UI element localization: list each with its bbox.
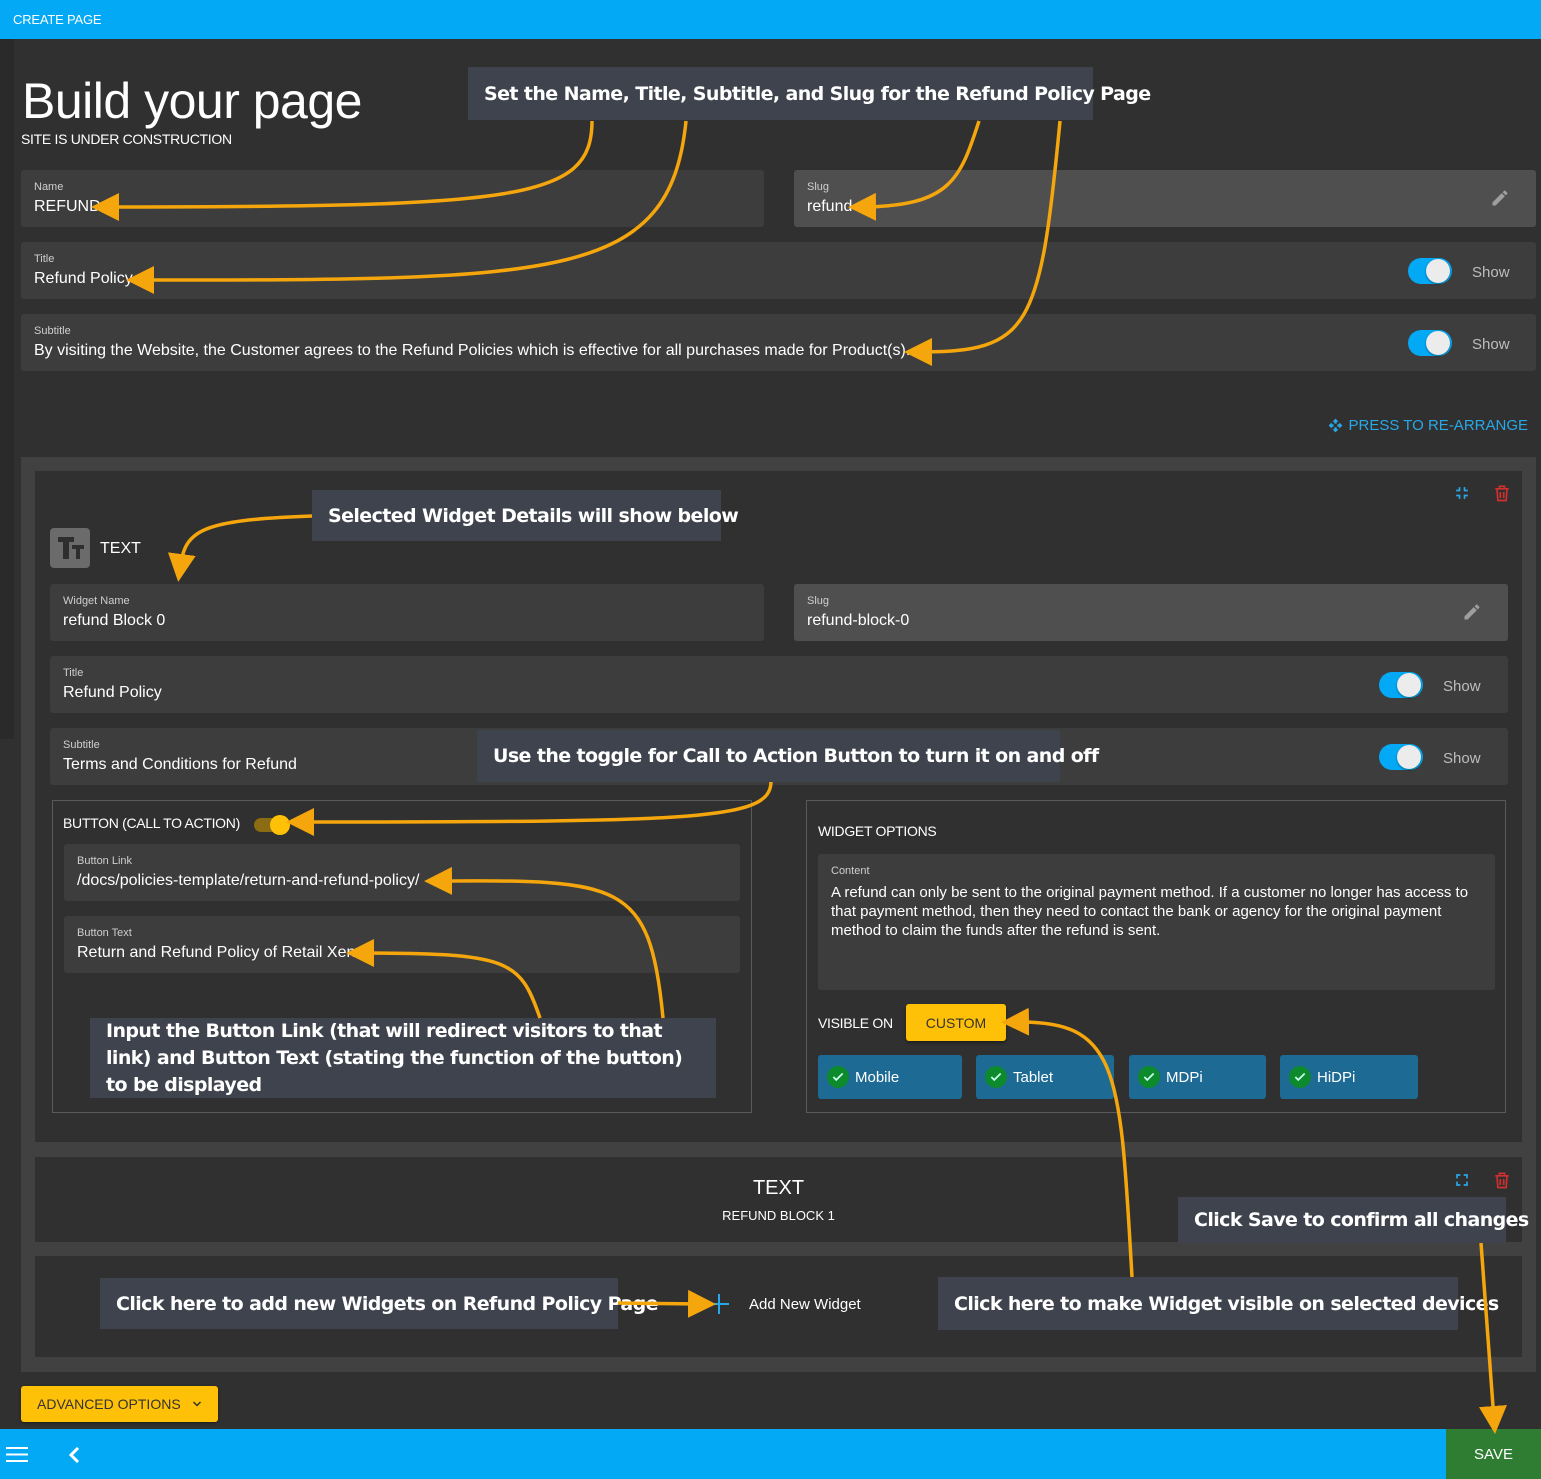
widget-options-heading: WIDGET OPTIONS xyxy=(818,823,937,839)
slug-value[interactable]: refund xyxy=(807,198,852,216)
annotation-save: Click Save to confirm all changes xyxy=(1178,1197,1529,1243)
page-title: Build your page xyxy=(22,73,362,129)
widget-name-label: Widget Name xyxy=(63,595,130,607)
delete-icon[interactable] xyxy=(1492,483,1512,503)
top-app-bar: CREATE PAGE xyxy=(0,0,1541,39)
widget-type-label: TEXT xyxy=(100,540,141,557)
content-label: Content xyxy=(831,865,870,877)
widget-slug-label: Slug xyxy=(807,595,830,607)
widget-title-show-toggle[interactable] xyxy=(1379,671,1423,698)
title-show-label: Show xyxy=(1472,264,1510,281)
title-label: Title xyxy=(34,253,55,265)
check-icon xyxy=(827,1066,849,1088)
subtitle-value[interactable]: By visiting the Website, the Customer ag… xyxy=(34,342,910,360)
subtitle-field[interactable]: Subtitle By visiting the Website, the Cu… xyxy=(21,314,1536,371)
device-chip-hidpi[interactable]: HiDPi xyxy=(1280,1055,1418,1099)
widget-subtitle-label: Subtitle xyxy=(63,739,100,751)
content-field[interactable]: Content A refund can only be sent to the… xyxy=(818,854,1495,990)
widget-title-label: Title xyxy=(63,667,84,679)
device-label: Mobile xyxy=(855,1068,900,1086)
widget-title-field[interactable]: Title Refund Policy Show xyxy=(50,656,1508,713)
device-chip-mobile[interactable]: Mobile xyxy=(818,1055,962,1099)
check-icon xyxy=(1138,1066,1160,1088)
cta-heading: BUTTON (CALL TO ACTION) xyxy=(63,815,240,831)
move-icon xyxy=(1328,418,1342,433)
add-new-widget-label: Add New Widget xyxy=(749,1295,861,1313)
collapse-icon[interactable] xyxy=(1452,483,1472,503)
widget-name-value[interactable]: refund Block 0 xyxy=(63,612,165,630)
button-text-field[interactable]: Button Text Return and Refund Policy of … xyxy=(64,916,740,973)
plus-icon xyxy=(709,1294,729,1314)
advanced-options-button[interactable]: ADVANCED OPTIONS xyxy=(21,1386,218,1422)
chevron-down-icon xyxy=(192,1401,201,1407)
widget-subtitle-show-label: Show xyxy=(1443,750,1481,767)
app-bar-title: CREATE PAGE xyxy=(13,12,102,27)
slug-field[interactable]: Slug refund xyxy=(794,170,1536,227)
widget-title-show-label: Show xyxy=(1443,678,1481,695)
widget-subtitle-value[interactable]: Terms and Conditions for Refund xyxy=(63,756,297,774)
pencil-icon[interactable] xyxy=(1490,188,1510,208)
device-chip-mdpi[interactable]: MDPi xyxy=(1129,1055,1266,1099)
name-field[interactable]: Name REFUND xyxy=(21,170,764,227)
button-link-label: Button Link xyxy=(77,855,133,867)
check-icon xyxy=(985,1066,1007,1088)
title-value[interactable]: Refund Policy xyxy=(34,270,133,288)
visible-on-label: VISIBLE ON xyxy=(818,1015,893,1031)
title-field[interactable]: Title Refund Policy Show xyxy=(21,242,1536,299)
annotation-selected-widget: Selected Widget Details will show below xyxy=(312,490,739,541)
button-link-field[interactable]: Button Link /docs/policies-template/retu… xyxy=(64,844,740,901)
expand-icon[interactable] xyxy=(1452,1170,1472,1190)
widget-slug-value[interactable]: refund-block-0 xyxy=(807,612,909,630)
annotation-visible-devices: Click here to make Widget visible on sel… xyxy=(938,1277,1499,1330)
subtitle-show-label: Show xyxy=(1472,336,1510,353)
button-text-label: Button Text xyxy=(77,927,132,939)
page-subtitle: SITE IS UNDER CONSTRUCTION xyxy=(21,131,232,147)
device-label: HiDPi xyxy=(1317,1068,1356,1086)
visible-on-custom-button[interactable]: CUSTOM xyxy=(906,1004,1006,1041)
delete-icon[interactable] xyxy=(1492,1170,1512,1190)
annotation-add-widgets: Click here to add new Widgets on Refund … xyxy=(100,1278,659,1329)
content-value[interactable]: A refund can only be sent to the origina… xyxy=(831,883,1471,940)
rearrange-label: PRESS TO RE-ARRANGE xyxy=(1348,417,1529,434)
name-label: Name xyxy=(34,181,64,193)
widget-subtitle-show-toggle[interactable] xyxy=(1379,743,1423,770)
annotation-set-fields: Set the Name, Title, Subtitle, and Slug … xyxy=(468,67,1151,120)
pencil-icon[interactable] xyxy=(1462,602,1482,622)
advanced-options-label: ADVANCED OPTIONS xyxy=(37,1396,181,1412)
cta-toggle[interactable] xyxy=(254,815,294,835)
check-icon xyxy=(1289,1066,1311,1088)
annotation-cta-toggle: Use the toggle for Call to Action Button… xyxy=(477,730,1099,782)
left-edge-shade xyxy=(0,39,14,739)
slug-label: Slug xyxy=(807,181,830,193)
text-type-icon xyxy=(50,528,90,568)
widget-title-value[interactable]: Refund Policy xyxy=(63,684,162,702)
device-chip-tablet[interactable]: Tablet xyxy=(976,1055,1114,1099)
subtitle-label: Subtitle xyxy=(34,325,71,337)
widget-slug-field[interactable]: Slug refund-block-0 xyxy=(794,584,1508,641)
save-button[interactable]: SAVE xyxy=(1446,1429,1541,1479)
widget-name-field[interactable]: Widget Name refund Block 0 xyxy=(50,584,764,641)
device-label: Tablet xyxy=(1013,1068,1054,1086)
add-new-widget-button[interactable]: Add New Widget xyxy=(707,1292,861,1316)
bottom-app-bar xyxy=(0,1429,1541,1479)
subtitle-show-toggle[interactable] xyxy=(1408,329,1452,356)
device-label: MDPi xyxy=(1166,1068,1203,1086)
button-text-value[interactable]: Return and Refund Policy of Retail Xen xyxy=(77,944,355,962)
name-value[interactable]: REFUND xyxy=(34,198,101,216)
menu-icon[interactable] xyxy=(6,1446,28,1463)
annotation-button-inputs: Input the Button Link (that will redirec… xyxy=(90,1018,716,1098)
button-link-value[interactable]: /docs/policies-template/return-and-refun… xyxy=(77,872,419,890)
title-show-toggle[interactable] xyxy=(1408,257,1452,284)
rearrange-button[interactable]: PRESS TO RE-ARRANGE xyxy=(1328,417,1529,434)
back-chevron-icon[interactable] xyxy=(68,1447,80,1463)
